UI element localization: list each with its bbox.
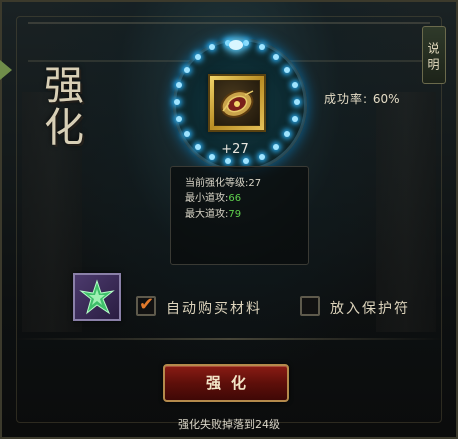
protect-label[interactable]: 放入保护符 <box>330 298 410 318</box>
current-level-value: 27 <box>248 178 262 189</box>
help-tab[interactable]: 说明 <box>422 26 446 84</box>
divider <box>16 338 442 340</box>
ring-dot <box>242 158 249 165</box>
ring-dot <box>291 82 298 89</box>
max-attack-value: 79 <box>228 209 242 220</box>
golden-shield-icon <box>220 90 254 118</box>
ring-dot <box>273 53 280 60</box>
side-expand-arrow-icon[interactable] <box>0 60 12 80</box>
max-attack-label: 最大道攻: <box>185 209 229 220</box>
ring-highlight <box>229 40 243 50</box>
success-rate-value: 60% <box>372 92 400 106</box>
success-rate: 成功率: 60% <box>324 90 400 107</box>
success-rate-label: 成功率: <box>324 92 369 106</box>
ring-dot <box>183 66 190 73</box>
ring-dot <box>183 131 190 138</box>
item-level-plus: +27 <box>221 142 249 157</box>
auto-buy-label[interactable]: 自动购买材料 <box>166 298 262 318</box>
max-attack-line: 最大道攻:79 <box>185 205 241 220</box>
ring-dot <box>291 115 298 122</box>
ring-dot <box>174 99 180 105</box>
auto-buy-checkbox[interactable]: ✔ <box>136 294 156 316</box>
panel-title: 强化 <box>37 64 83 148</box>
enhance-button[interactable]: 强化 <box>163 364 289 402</box>
green-star-crystal-icon <box>79 279 115 315</box>
item-slot[interactable] <box>208 74 266 132</box>
ring-dot <box>294 99 300 105</box>
failure-note: 强化失败掉落到24级 <box>178 418 280 431</box>
stats-panel: 当前强化等级:27 最小道攻:66 最大道攻:79 <box>170 166 309 265</box>
protect-checkbox[interactable] <box>300 296 320 316</box>
min-attack-label: 最小道攻: <box>185 193 229 204</box>
right-pillar-ornament <box>376 92 436 332</box>
ring-dot <box>242 39 249 46</box>
min-attack-line: 最小道攻:66 <box>185 189 241 204</box>
min-attack-value: 66 <box>228 193 242 204</box>
item-icon-box <box>214 80 260 126</box>
current-level-line: 当前强化等级:27 <box>185 174 261 189</box>
check-mark-icon: ✔ <box>139 294 155 315</box>
current-level-label: 当前强化等级: <box>185 178 249 189</box>
material-slot[interactable] <box>73 273 121 321</box>
ring-dot <box>194 53 201 60</box>
